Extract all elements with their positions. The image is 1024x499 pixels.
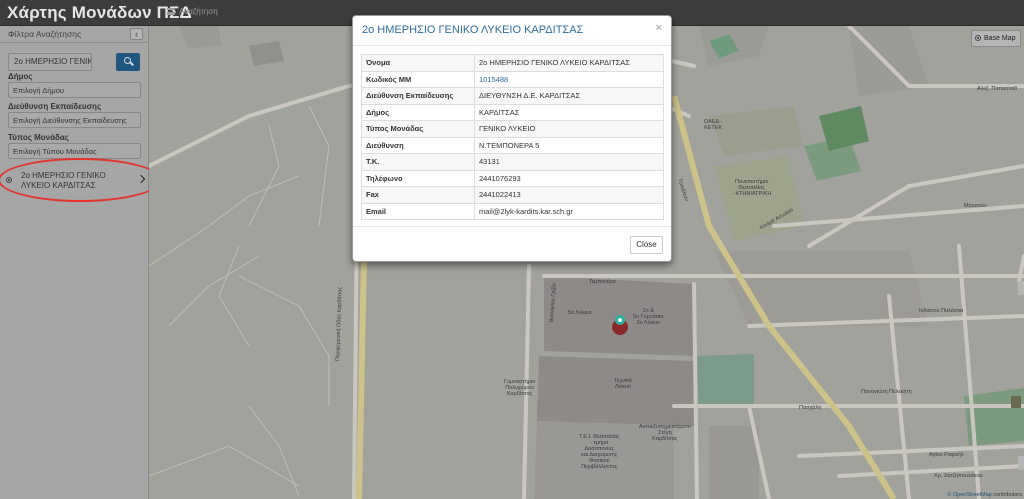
nav-search-label: Αναζήτηση [179,7,218,16]
collapse-sidebar-button[interactable]: ‹ [130,28,143,40]
radio-icon [975,35,981,41]
search-input[interactable]: 2ο ΗΜΕΡΗΣΙΟ ΓΕΝΙΚ [8,53,92,71]
table-row: Κωδικός ΜΜ 1015488 [361,70,664,88]
close-button[interactable]: Close [630,236,663,254]
map-label-gym-hall: Γυμναστήριο Πολυχώρου Καρδίτσας [504,379,536,397]
map-label-lykeio5: 5ο Λύκειο [568,310,592,316]
table-row: Δήμος ΚΑΡΔΙΤΣΑΣ [361,103,664,121]
map-label-panagiotis: Παναγιώτη Πελεκήτη [861,389,912,395]
row-value: ΔΙΕΥΘΥΝΣΗ Δ.Ε. ΚΑΡΔΙΤΣΑΣ [474,87,664,105]
filter-label-diefthynsi: Διεύθυνση Εκπαίδευσης [8,102,102,111]
map-label-autoexyp: Αυτοεξυπηρετούμενο Στέγη Καρδίτσας [639,424,691,442]
map-label-gym: 2ο & 5ο Γυμνάσιο 2ο Λύκειο [633,308,664,326]
row-value: 2441076293 [474,169,664,187]
select-dimos[interactable]: Επιλογή Δήμου [8,82,141,98]
nav-search-link[interactable]: Αναζήτηση [167,7,218,16]
select-typos[interactable]: Επιλογή Τύπου Μονάδας [8,143,141,159]
row-key: Email [361,202,475,220]
row-value: 43131 [474,153,664,171]
map-attribution: © OpenStreetMap contributors [947,492,1022,498]
school-info-modal: 2ο ΗΜΕΡΗΣΙΟ ΓΕΝΙΚΟ ΛΥΚΕΙΟ ΚΑΡΔΙΤΣΑΣ × Όν… [352,15,672,262]
app-title[interactable]: Χάρτης Μονάδων ΠΣΔ [7,3,192,23]
info-table: Όνομα 2ο ΗΜΕΡΗΣΙΟ ΓΕΝΙΚΟ ΛΥΚΕΙΟ ΚΑΡΔΙΤΣΑΣ… [361,54,664,220]
map-label-temponera: Τεμπονέρα [589,279,616,285]
modal-footer: Close [353,226,671,262]
table-row: Διεύθυνση Ν.ΤΕΜΠΟΝΕΡΑ 5 [361,136,664,154]
row-key: Τηλέφωνο [361,169,475,187]
modal-header: 2ο ΗΜΕΡΗΣΙΟ ΓΕΝΙΚΟ ΛΥΚΕΙΟ ΚΑΡΔΙΤΣΑΣ × [353,16,671,46]
sidebar-filters: Φίλτρα Αναζήτησης ‹ 2ο ΗΜΕΡΗΣΙΟ ΓΕΝΙΚ Δή… [0,26,162,499]
table-row: Τηλέφωνο 2441076293 [361,169,664,187]
filter-label-typos: Τύπος Μονάδας [8,133,69,142]
osm-link[interactable]: © OpenStreetMap [947,492,991,498]
row-value: mail@2lyk-kardits.kar.sch.gr [474,202,664,220]
row-key: Τ.Κ. [361,153,475,171]
table-row: Email mail@2lyk-kardits.kar.sch.gr [361,202,664,220]
highlight-ellipse [0,158,162,202]
row-value: Ν.ΤΕΜΠΟΝΕΡΑ 5 [474,136,664,154]
map-label-oaed: ΟΑΕΔ - ΚΕΤΕΚ [704,119,723,131]
search-button[interactable] [116,53,140,71]
table-row: Όνομα 2ο ΗΜΕΡΗΣΙΟ ΓΕΝΙΚΟ ΛΥΚΕΙΟ ΚΑΡΔΙΤΣΑΣ [361,54,664,72]
map-label-papastath: Αλεξ. Παπασταθ [977,86,1018,92]
modal-title: 2ο ΗΜΕΡΗΣΙΟ ΓΕΝΙΚΟ ΛΥΚΕΙΟ ΚΑΡΔΙΤΣΑΣ [362,24,584,36]
close-icon[interactable]: × [656,22,662,34]
map-label-xatzis: Χρ. Χατζηπουλάκου [934,473,983,479]
row-value: 2441022413 [474,186,664,204]
sidebar-title: Φίλτρα Αναζήτησης [8,29,82,39]
map-label-mousoun: Μουσούν [964,203,987,209]
map-label-tsilou: Ινδιάνου Παλάσκα [919,308,964,314]
table-row: Fax 2441022413 [361,186,664,204]
filter-label-dimos: Δήμος [8,72,33,81]
map-label-uni: Πανεπιστήμιο Θεσσαλίας - ΚΤΗΝΙΑΤΡΙΚΗ [732,179,772,197]
map-label-technical: Τεχνικό Λύκειο [614,378,632,390]
map-label-agiou: Αγίου Ραφαήλ [929,452,964,458]
map-label-pasxali: Πασχάλη [799,405,822,411]
list-icon [167,8,175,15]
row-key: Όνομα [361,54,475,72]
table-row: Τ.Κ. 43131 [361,153,664,171]
row-key: Fax [361,186,475,204]
row-value: 1015488 [474,70,664,88]
row-value: 2ο ΗΜΕΡΗΣΙΟ ΓΕΝΙΚΟ ΛΥΚΕΙΟ ΚΑΡΔΙΤΣΑΣ [474,54,664,72]
basemap-label: Base Map [984,35,1016,42]
map-label-tei: Τ.Ε.Ι. Θεσσαλίας - τμήμα Δασοπονίας και … [579,434,620,470]
row-key: Διεύθυνση [361,136,475,154]
attribution-text: contributors [991,492,1022,498]
row-key: Δήμος [361,103,475,121]
sidebar-header: Φίλτρα Αναζήτησης ‹ [0,26,148,43]
row-key: Τύπος Μονάδας [361,120,475,138]
basemap-toggle[interactable]: Base Map [971,30,1021,47]
table-row: Τύπος Μονάδας ΓΕΝΙΚΟ ΛΥΚΕΙΟ [361,120,664,138]
row-value: ΚΑΡΔΙΤΣΑΣ [474,103,664,121]
row-value: ΓΕΝΙΚΟ ΛΥΚΕΙΟ [474,120,664,138]
select-diefthynsi[interactable]: Επιλογή Διεύθυνσης Εκπαίδευσης [8,112,141,128]
mm-code-link[interactable]: 1015488 [479,75,508,84]
row-key: Διεύθυνση Εκπαίδευσης [361,87,475,105]
row-key: Κωδικός ΜΜ [361,70,475,88]
table-row: Διεύθυνση Εκπαίδευσης ΔΙΕΥΘΥΝΣΗ Δ.Ε. ΚΑΡΔ… [361,87,664,105]
